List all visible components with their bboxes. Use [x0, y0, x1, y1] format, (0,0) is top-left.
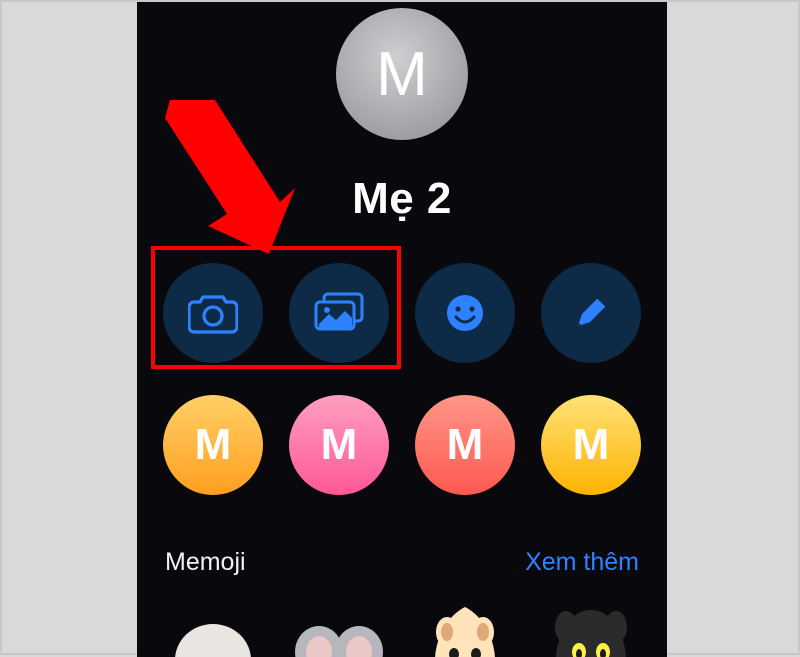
photo-library-button[interactable]: [289, 263, 389, 363]
edit-button[interactable]: [541, 263, 641, 363]
pencil-icon: [572, 294, 610, 332]
photo-library-icon: [312, 291, 367, 335]
memoji-section-header: Memoji Xem thêm: [137, 548, 667, 577]
monogram-letter: M: [195, 420, 232, 470]
monogram-letter: M: [447, 420, 484, 470]
memoji-row: [137, 600, 667, 657]
monogram-letter: M: [321, 420, 358, 470]
monogram-option-pink[interactable]: M: [289, 395, 389, 495]
contact-avatar[interactable]: M: [336, 8, 468, 140]
monogram-option-red[interactable]: M: [415, 395, 515, 495]
memoji-label: Memoji: [165, 548, 246, 577]
monogram-option-orange[interactable]: M: [163, 395, 263, 495]
avatar-initial: M: [376, 39, 428, 110]
memoji-option[interactable]: [163, 602, 263, 657]
monogram-letter: M: [573, 420, 610, 470]
emoji-icon: [445, 293, 485, 333]
memoji-option[interactable]: [541, 602, 641, 657]
camera-button[interactable]: [163, 263, 263, 363]
phone-screen: M Mẹ 2: [137, 2, 667, 657]
camera-icon: [188, 292, 238, 334]
memoji-option[interactable]: [289, 602, 389, 657]
monogram-option-yellow[interactable]: M: [541, 395, 641, 495]
monogram-color-row: M M M M: [137, 390, 667, 500]
memoji-option[interactable]: [415, 602, 515, 657]
contact-name: Mẹ 2: [137, 174, 667, 224]
see-more-link[interactable]: Xem thêm: [525, 548, 639, 577]
emoji-button[interactable]: [415, 263, 515, 363]
photo-source-row: [137, 258, 667, 368]
screenshot-frame: M Mẹ 2: [0, 0, 800, 655]
